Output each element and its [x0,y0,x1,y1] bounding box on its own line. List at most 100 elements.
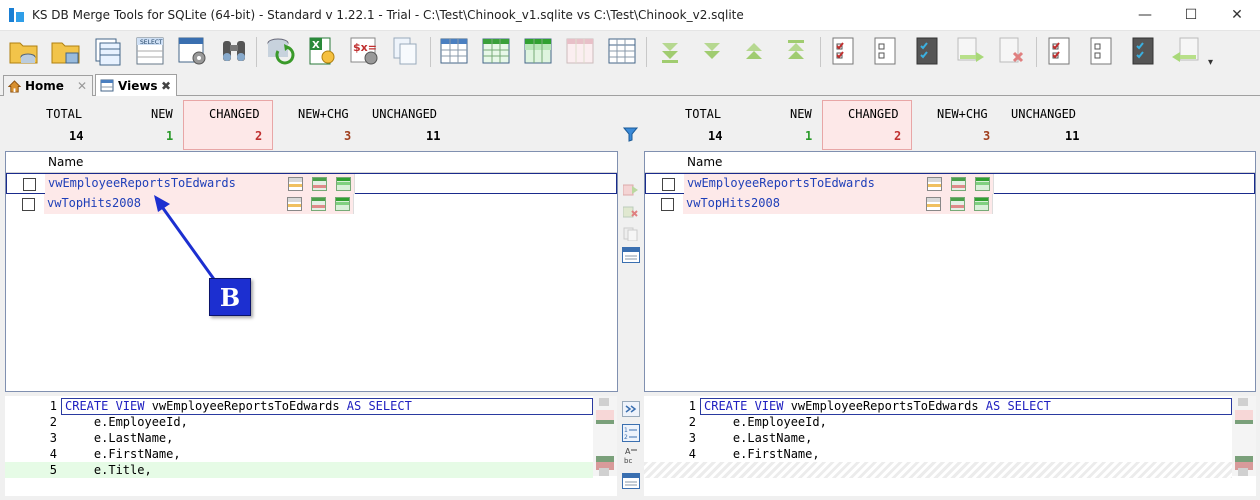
row-checkbox[interactable] [661,198,674,211]
grid-green-alt-icon[interactable] [522,35,554,67]
tab-views-close-icon[interactable]: ✖ [161,79,171,93]
copy-icon[interactable] [623,227,639,241]
left-diff-overview[interactable] [593,396,617,476]
uncheck-right-icon[interactable] [1086,35,1118,67]
svg-text:X: X [312,40,320,51]
close-button[interactable]: ✕ [1214,0,1260,31]
right-new-header[interactable]: NEW [790,107,812,121]
grid-data-icon[interactable] [311,197,326,211]
expand-icon[interactable] [622,401,640,417]
merge-right-icon[interactable] [954,35,986,67]
left-new-chg-header[interactable]: NEW+CHG [298,107,349,121]
binoculars-icon[interactable] [218,35,250,67]
right-changed-header[interactable]: CHANGED [848,107,899,121]
left-grid-header: Name [6,152,617,173]
grid-green-icon[interactable] [480,35,512,67]
copy-to-right-icon[interactable] [623,183,639,197]
refresh-database-icon[interactable] [264,35,296,67]
uncheck-list-icon[interactable] [870,35,902,67]
table-row[interactable]: vwTopHits2008 [645,194,1255,215]
grid-data-icon[interactable] [950,197,965,211]
toolbar: SELECT X $x= ▾ [0,31,1260,73]
tab-home[interactable]: Home ✕ [3,75,93,96]
select-data-icon[interactable] [927,177,942,191]
checklist-right-icon[interactable] [1044,35,1076,67]
left-sql-editor[interactable]: 1 CREATE VIEW vwEmployeeReportsToEdwards… [5,396,617,496]
code-line: 1 CREATE VIEW vwEmployeeReportsToEdwards… [688,399,1051,413]
grid-disabled-icon[interactable] [564,35,596,67]
row-checkbox[interactable] [662,178,675,191]
tab-views[interactable]: Views ✖ [95,74,177,96]
table-row[interactable]: vwTopHits2008 [6,194,617,215]
function-settings-icon[interactable]: $x= [348,35,380,67]
table-row[interactable]: vwEmployeeReportsToEdwards [645,173,1255,194]
grid-diff-icon[interactable] [335,197,350,211]
maximize-button[interactable]: ☐ [1168,0,1214,31]
grid-diff-icon[interactable] [336,177,351,191]
export-excel-icon[interactable]: X [306,35,338,67]
left-changed-header[interactable]: CHANGED [209,107,260,121]
annotation-arrow [154,195,218,283]
grid-diff-icon[interactable] [975,177,990,191]
previous-change-icon[interactable] [738,35,770,67]
grid-diff-icon[interactable] [974,197,989,211]
delete-selected-icon[interactable] [623,205,639,219]
select-data-icon[interactable] [287,197,302,211]
left-unchanged-value: 11 [426,129,441,143]
left-name-column-header[interactable]: Name [48,155,83,169]
grid-columns-icon[interactable] [606,35,638,67]
copy-document-icon[interactable] [390,35,422,67]
row-checkbox[interactable] [23,178,36,191]
settings-grid-icon[interactable] [176,35,208,67]
open-folder-icon[interactable] [50,35,82,67]
left-new-header[interactable]: NEW [151,107,173,121]
left-unchanged-header[interactable]: UNCHANGED [372,107,437,121]
right-sql-editor[interactable]: 1 CREATE VIEW vwEmployeeReportsToEdwards… [644,396,1256,496]
right-new-chg-value: 3 [983,129,991,143]
filter-icon[interactable] [623,127,638,142]
table-row[interactable]: vwEmployeeReportsToEdwards [6,173,617,194]
tab-views-label: Views [118,78,158,93]
delete-right-icon[interactable] [996,35,1028,67]
title-bar: KS DB Merge Tools for SQLite (64-bit) - … [0,0,1260,31]
checklist-icon[interactable] [828,35,860,67]
right-name-column-header[interactable]: Name [687,155,722,169]
minimize-button[interactable]: — [1122,0,1168,31]
right-total-header[interactable]: TOTAL [685,107,721,121]
line-numbers-icon[interactable]: 12 [622,424,640,442]
view-name[interactable]: vwTopHits2008 [683,194,923,214]
view-name[interactable]: vwEmployeeReportsToEdwards [684,174,924,194]
sql-pane-icon[interactable] [622,473,640,489]
right-total-value: 14 [708,129,723,143]
tab-home-close-icon[interactable]: ✕ [77,79,87,93]
right-new-chg-header[interactable]: NEW+CHG [937,107,988,121]
select-query-icon[interactable]: SELECT [134,35,166,67]
code-line: 4 e.FirstName, [688,447,820,461]
select-data-icon[interactable] [926,197,941,211]
code-line: 2 e.EmployeeId, [49,415,188,429]
left-total-header[interactable]: TOTAL [46,107,82,121]
next-difference-icon[interactable] [654,35,686,67]
open-database-icon[interactable] [8,35,40,67]
right-changed-value: 2 [894,129,902,143]
row-checkbox[interactable] [22,198,35,211]
next-change-icon[interactable] [696,35,728,67]
left-new-value: 1 [166,129,174,143]
sql-view-icon[interactable] [622,247,640,263]
dark-checklist-right-icon[interactable] [1128,35,1160,67]
toolbar-overflow-icon[interactable]: ▾ [1208,57,1213,68]
grid-data-icon[interactable] [951,177,966,191]
right-diff-overview[interactable] [1232,396,1256,476]
code-line: 3 e.LastName, [49,431,174,445]
select-data-icon[interactable] [288,177,303,191]
dark-checklist-icon[interactable] [912,35,944,67]
tables-icon[interactable] [92,35,124,67]
merge-left-icon[interactable] [1170,35,1202,67]
right-new-value: 1 [805,129,813,143]
previous-difference-icon[interactable] [780,35,812,67]
grid-data-icon[interactable] [312,177,327,191]
grid-view-icon[interactable] [438,35,470,67]
right-unchanged-header[interactable]: UNCHANGED [1011,107,1076,121]
tab-bar: Home ✕ Views ✖ [0,73,1260,96]
case-compare-icon[interactable]: Abc [622,446,640,464]
